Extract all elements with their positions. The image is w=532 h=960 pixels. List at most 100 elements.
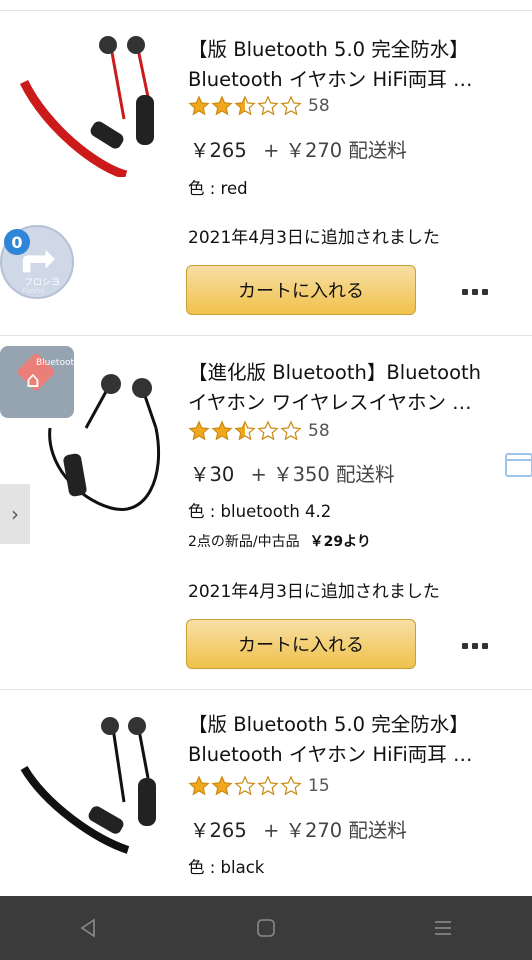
offers-count: 2点の新品/中古品 — [188, 534, 300, 550]
title-line: Bluetooth イヤホン HiFi両耳 … — [188, 68, 473, 91]
shipping-fee: + ￥270 配送料 — [262, 819, 407, 842]
control-box — [90, 121, 124, 149]
star-full-icon — [211, 775, 233, 797]
floating-sublabel: Floshe — [22, 287, 45, 295]
star-full-icon — [188, 95, 210, 117]
color-option: 色 : black — [188, 858, 265, 877]
add-to-cart-button[interactable]: カートに入れる — [186, 619, 416, 669]
earphones-image — [20, 717, 156, 854]
title-line: イヤホン ワイヤレスイヤホン … — [188, 391, 472, 414]
control-box — [63, 453, 87, 497]
cable — [142, 392, 158, 429]
battery-pod — [136, 95, 154, 145]
chevron-right-icon: › — [11, 502, 19, 526]
wishlist: 【版 Bluetooth 5.0 完全防水】 Bluetooth イヤホン Hi… — [0, 0, 532, 896]
more-dots-icon — [482, 289, 488, 295]
product-image[interactable] — [16, 27, 181, 180]
list-item[interactable]: 【進化版 Bluetooth】Bluetooth イヤホン ワイヤレスイヤホン … — [0, 336, 532, 689]
star-empty-icon — [234, 775, 256, 797]
review-count: 58 — [308, 421, 330, 441]
system-nav-bar — [0, 896, 532, 960]
battery-pod — [138, 778, 156, 826]
nav-back-icon — [80, 918, 95, 938]
earbud — [99, 36, 117, 54]
star-empty-icon — [280, 775, 302, 797]
title-line: 【版 Bluetooth 5.0 完全防水】 — [188, 38, 469, 61]
added-date: 2021年4月3日に追加されました — [188, 582, 440, 602]
star-full-icon — [188, 775, 210, 797]
earbud — [101, 374, 121, 394]
star-empty-icon — [280, 95, 302, 117]
more-dots-icon — [482, 643, 488, 649]
price-row: ￥265 + ￥270 配送料 — [190, 814, 407, 843]
cable — [136, 48, 150, 98]
more-options-button[interactable] — [454, 634, 496, 658]
floating-app-button[interactable]: 0 フロシヨ Floshe — [0, 225, 74, 299]
star-empty-icon — [257, 95, 279, 117]
nav-recents-button[interactable] — [413, 908, 473, 948]
cable — [109, 46, 126, 120]
shipping-fee: + ￥350 配送料 — [250, 463, 395, 486]
star-rating[interactable]: 58 — [188, 94, 330, 118]
offers-price: ￥29より — [309, 534, 371, 550]
add-to-cart-button[interactable]: カートに入れる — [186, 265, 416, 315]
neckband — [20, 765, 130, 854]
earbud — [101, 717, 119, 735]
widget-label: Bluetooth — [36, 358, 80, 368]
product-title[interactable]: 【版 Bluetooth 5.0 完全防水】 Bluetooth イヤホン Hi… — [188, 710, 518, 770]
star-full-icon — [211, 420, 233, 442]
review-count: 15 — [308, 776, 330, 796]
star-half-icon — [234, 95, 256, 117]
nav-recents-icon — [435, 921, 452, 935]
stars — [188, 775, 302, 797]
title-line: 【進化版 Bluetooth】Bluetooth — [188, 361, 482, 384]
earbud — [127, 36, 145, 54]
review-count: 58 — [308, 96, 330, 116]
stars — [188, 95, 302, 117]
shipping-fee: + ￥270 配送料 — [262, 139, 407, 162]
floating-home-widget[interactable]: ⌂ Bluetooth — [0, 346, 80, 418]
nav-home-icon — [257, 919, 275, 937]
color-option: 色 : bluetooth 4.2 — [188, 502, 332, 521]
star-empty-icon — [257, 775, 279, 797]
nav-back-button[interactable] — [59, 908, 119, 948]
window-icon[interactable] — [502, 450, 532, 480]
earbud — [132, 378, 152, 398]
price: ￥265 — [190, 139, 247, 162]
price-row: ￥30 + ￥350 配送料 — [190, 458, 395, 487]
side-panel-toggle[interactable]: › — [0, 484, 30, 544]
price: ￥265 — [190, 819, 247, 842]
used-offers-link[interactable]: 2点の新品/中古品 ￥29より — [188, 531, 371, 551]
earbud — [128, 717, 146, 735]
star-empty-icon — [257, 420, 279, 442]
cable — [84, 387, 110, 429]
star-full-icon — [211, 95, 233, 117]
product-image[interactable] — [16, 710, 181, 860]
star-full-icon — [188, 420, 210, 442]
nav-home-button[interactable] — [236, 908, 296, 948]
stars — [188, 420, 302, 442]
more-dots-icon — [472, 289, 478, 295]
list-item[interactable]: 【版 Bluetooth 5.0 完全防水】 Bluetooth イヤホン Hi… — [0, 690, 532, 896]
more-dots-icon — [462, 643, 468, 649]
product-title[interactable]: 【進化版 Bluetooth】Bluetooth イヤホン ワイヤレスイヤホン … — [188, 358, 518, 418]
list-item[interactable]: 【版 Bluetooth 5.0 完全防水】 Bluetooth イヤホン Hi… — [0, 11, 532, 335]
star-empty-icon — [280, 420, 302, 442]
more-options-button[interactable] — [454, 280, 496, 304]
more-dots-icon — [472, 643, 478, 649]
star-half-icon — [234, 420, 256, 442]
title-line: 【版 Bluetooth 5.0 完全防水】 — [188, 713, 469, 736]
added-date: 2021年4月3日に追加されました — [188, 228, 440, 248]
price-row: ￥265 + ￥270 配送料 — [190, 134, 407, 163]
cable — [111, 727, 126, 803]
more-dots-icon — [462, 289, 468, 295]
title-line: Bluetooth イヤホン HiFi両耳 … — [188, 743, 473, 766]
color-option: 色 : red — [188, 179, 248, 198]
star-rating[interactable]: 58 — [188, 419, 330, 443]
price: ￥30 — [190, 463, 235, 486]
star-rating[interactable]: 15 — [188, 774, 330, 798]
cable — [137, 729, 150, 779]
product-title[interactable]: 【版 Bluetooth 5.0 完全防水】 Bluetooth イヤホン Hi… — [188, 35, 518, 95]
earphones-image — [19, 36, 154, 180]
home-icon: ⌂ — [26, 368, 40, 393]
